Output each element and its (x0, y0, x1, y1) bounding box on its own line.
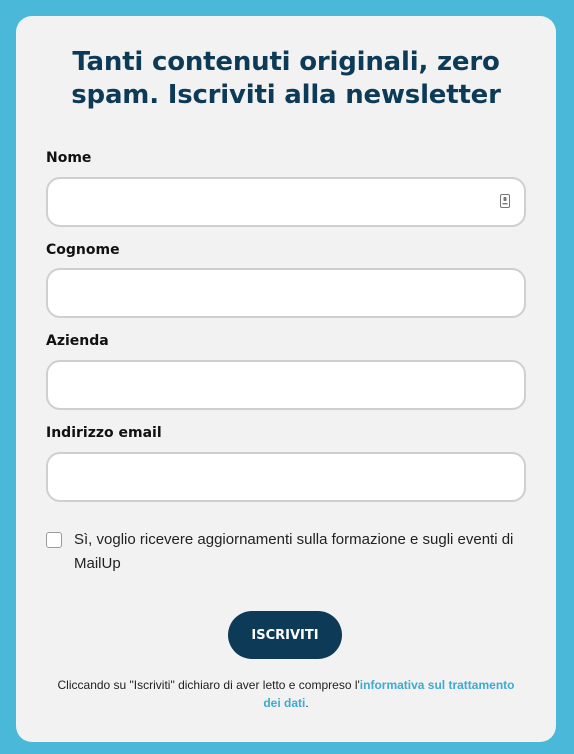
newsletter-card: Tanti contenuti originali, zero spam. Is… (16, 16, 556, 742)
company-label: Azienda (46, 333, 109, 349)
surname-label: Cognome (46, 242, 120, 258)
consent-checkbox[interactable] (46, 532, 62, 548)
name-label: Nome (46, 150, 92, 166)
email-label: Indirizzo email (46, 425, 162, 441)
name-input[interactable] (46, 177, 526, 227)
privacy-note-end: . (305, 696, 309, 710)
company-input[interactable] (46, 360, 526, 410)
privacy-note-text: Cliccando su "Iscriviti" dichiaro di ave… (57, 678, 360, 692)
contact-card-icon[interactable] (500, 194, 510, 208)
surname-input[interactable] (46, 268, 526, 318)
privacy-note: Cliccando su "Iscriviti" dichiaro di ave… (56, 676, 516, 712)
consent-label: Sì, voglio ricevere aggiornamenti sulla … (74, 531, 514, 572)
email-input[interactable] (46, 452, 526, 502)
form-title: Tanti contenuti originali, zero spam. Is… (71, 47, 501, 110)
subscribe-button[interactable]: ISCRIVITI (228, 611, 342, 659)
